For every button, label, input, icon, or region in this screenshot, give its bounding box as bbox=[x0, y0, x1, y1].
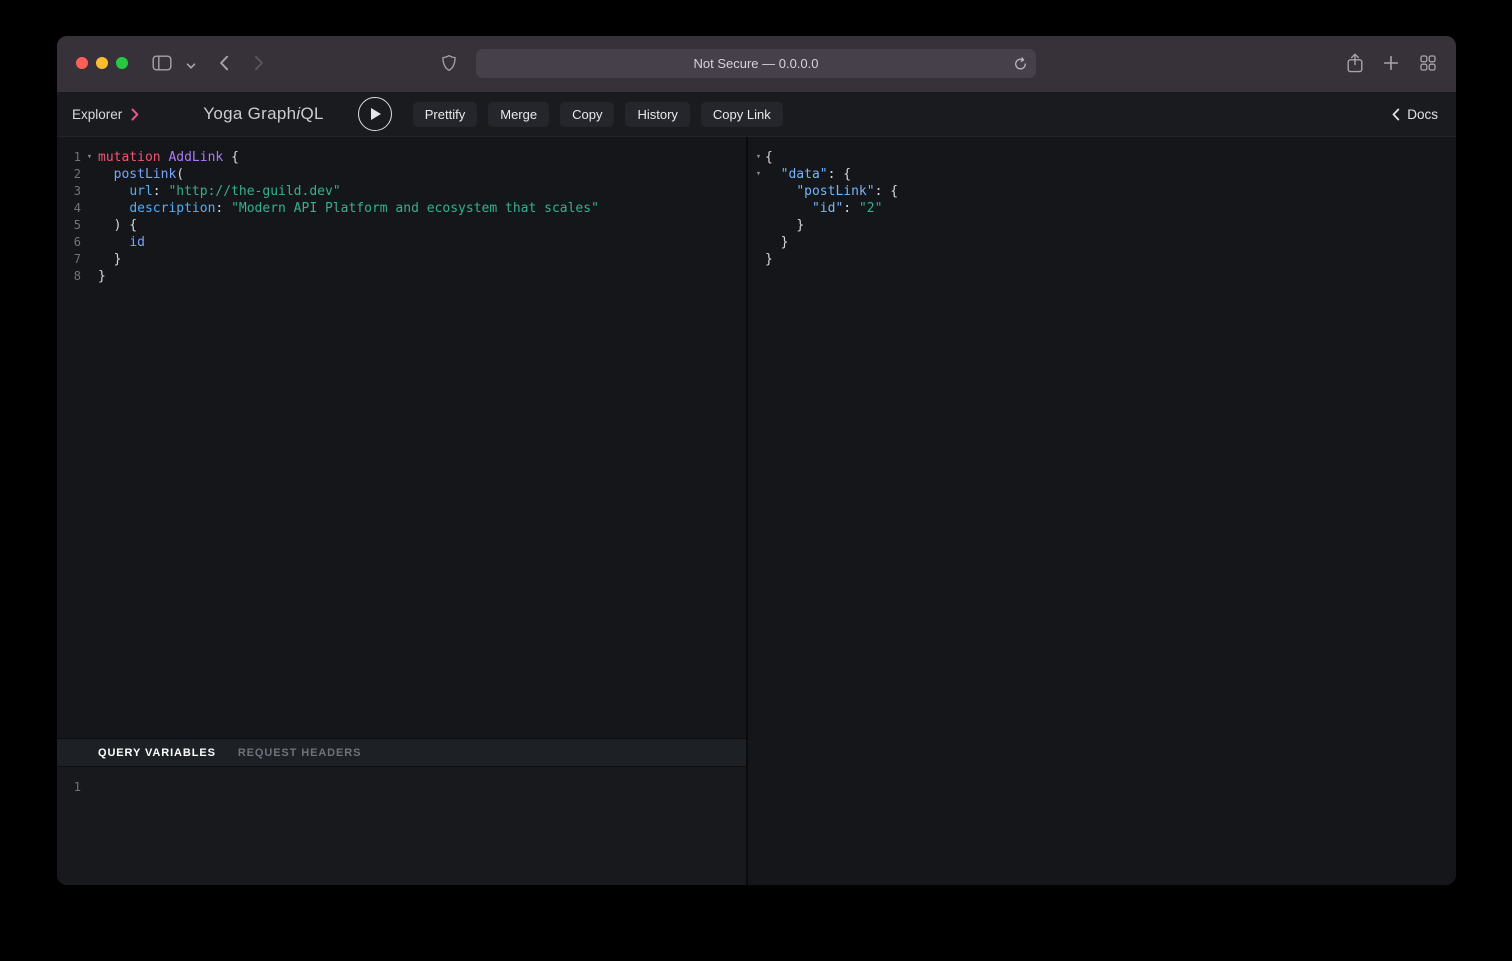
history-button[interactable]: History bbox=[625, 102, 689, 127]
explorer-label: Explorer bbox=[72, 107, 122, 122]
fold-arrow-icon[interactable]: ▾ bbox=[81, 149, 98, 166]
code-text: } bbox=[765, 251, 773, 268]
copy-button[interactable]: Copy bbox=[560, 102, 614, 127]
code-text: description: "Modern API Platform and ec… bbox=[98, 200, 599, 217]
forward-icon[interactable] bbox=[255, 56, 264, 71]
code-line: 8▾} bbox=[57, 268, 746, 285]
new-tab-icon[interactable] bbox=[1384, 56, 1399, 71]
code-line: 6▾ id bbox=[57, 234, 746, 251]
code-text: } bbox=[98, 268, 106, 285]
code-line: ▾ "id": "2" bbox=[752, 200, 1456, 217]
line-number: 7 bbox=[57, 251, 81, 268]
line-number: 5 bbox=[57, 217, 81, 234]
back-icon[interactable] bbox=[220, 56, 229, 71]
prettify-button[interactable]: Prettify bbox=[413, 102, 477, 127]
code-line: 7▾ } bbox=[57, 251, 746, 268]
url-bar[interactable]: Not Secure — 0.0.0.0 bbox=[476, 49, 1036, 78]
graphiql-toolbar: Explorer Yoga GraphiQL Prettify Merge Co… bbox=[57, 92, 1456, 137]
line-number: 1 bbox=[57, 149, 81, 166]
code-text: id bbox=[98, 234, 145, 251]
share-icon[interactable] bbox=[1347, 53, 1363, 73]
line-number: 4 bbox=[57, 200, 81, 217]
sidebar-toggle-icon[interactable] bbox=[153, 56, 172, 71]
minimize-window-button[interactable] bbox=[96, 57, 108, 69]
code-line: 2▾ postLink( bbox=[57, 166, 746, 183]
explorer-toggle[interactable]: Explorer bbox=[72, 107, 139, 122]
fold-arrow-icon[interactable]: ▾ bbox=[752, 166, 765, 183]
code-line: ▾ } bbox=[752, 234, 1456, 251]
merge-button[interactable]: Merge bbox=[488, 102, 549, 127]
play-icon bbox=[371, 108, 381, 120]
response-viewer[interactable]: ▾{▾ "data": {▾ "postLink": {▾ "id": "2"▾… bbox=[748, 137, 1456, 268]
code-text: mutation AddLink { bbox=[98, 149, 239, 166]
zoom-window-button[interactable] bbox=[116, 57, 128, 69]
browser-window: Not Secure — 0.0.0.0 Explorer Yoga Graph… bbox=[57, 36, 1456, 885]
docs-chevron-icon bbox=[1392, 108, 1400, 121]
explorer-chevron-icon bbox=[131, 108, 139, 121]
code-text: "id": "2" bbox=[765, 200, 882, 217]
code-text: "data": { bbox=[765, 166, 851, 183]
toolbar-buttons: Prettify Merge Copy History Copy Link bbox=[413, 102, 783, 127]
bottom-panel-tabs: QUERY VARIABLES REQUEST HEADERS bbox=[57, 738, 746, 766]
code-line: 3▾ url: "http://the-guild.dev" bbox=[57, 183, 746, 200]
code-line: ▾{ bbox=[752, 149, 1456, 166]
privacy-shield-icon[interactable] bbox=[442, 55, 457, 72]
browser-title-bar: Not Secure — 0.0.0.0 bbox=[57, 36, 1456, 92]
response-pane: ▾{▾ "data": {▾ "postLink": {▾ "id": "2"▾… bbox=[748, 137, 1456, 885]
variables-editor[interactable]: 1▾ bbox=[57, 766, 746, 885]
execute-query-button[interactable] bbox=[358, 97, 392, 131]
tab-overview-icon[interactable] bbox=[1420, 55, 1436, 71]
docs-toggle[interactable]: Docs bbox=[1392, 107, 1438, 122]
tab-request-headers[interactable]: REQUEST HEADERS bbox=[238, 747, 362, 759]
code-text: } bbox=[98, 251, 121, 268]
tab-query-variables[interactable]: QUERY VARIABLES bbox=[98, 747, 216, 759]
close-window-button[interactable] bbox=[76, 57, 88, 69]
line-number: 1 bbox=[57, 779, 81, 796]
code-line: 4▾ description: "Modern API Platform and… bbox=[57, 200, 746, 217]
fold-arrow-icon[interactable]: ▾ bbox=[752, 149, 765, 166]
code-text: } bbox=[765, 234, 788, 251]
code-line: 1▾ bbox=[57, 779, 746, 796]
code-text: { bbox=[765, 149, 773, 166]
code-text: ) { bbox=[98, 217, 137, 234]
line-number: 8 bbox=[57, 268, 81, 285]
copy-link-button[interactable]: Copy Link bbox=[701, 102, 783, 127]
code-line: 5▾ ) { bbox=[57, 217, 746, 234]
code-text: url: "http://the-guild.dev" bbox=[98, 183, 341, 200]
line-number: 3 bbox=[57, 183, 81, 200]
query-editor[interactable]: 1▾mutation AddLink {2▾ postLink(3▾ url: … bbox=[57, 137, 746, 738]
line-number: 6 bbox=[57, 234, 81, 251]
editor-pane: 1▾mutation AddLink {2▾ postLink(3▾ url: … bbox=[57, 137, 748, 885]
reload-icon[interactable] bbox=[1014, 57, 1027, 70]
docs-label: Docs bbox=[1407, 107, 1438, 122]
code-line: ▾ } bbox=[752, 217, 1456, 234]
code-line: ▾} bbox=[752, 251, 1456, 268]
code-line: 1▾mutation AddLink { bbox=[57, 149, 746, 166]
code-text: postLink( bbox=[98, 166, 184, 183]
graphiql-main: 1▾mutation AddLink {2▾ postLink(3▾ url: … bbox=[57, 137, 1456, 885]
chevron-down-icon[interactable] bbox=[187, 63, 196, 69]
code-text: } bbox=[765, 217, 804, 234]
page-title: Yoga GraphiQL bbox=[203, 104, 323, 124]
url-text: Not Secure — 0.0.0.0 bbox=[693, 56, 818, 71]
code-text: "postLink": { bbox=[765, 183, 898, 200]
code-line: ▾ "postLink": { bbox=[752, 183, 1456, 200]
window-controls bbox=[76, 57, 128, 69]
line-number: 2 bbox=[57, 166, 81, 183]
code-line: ▾ "data": { bbox=[752, 166, 1456, 183]
